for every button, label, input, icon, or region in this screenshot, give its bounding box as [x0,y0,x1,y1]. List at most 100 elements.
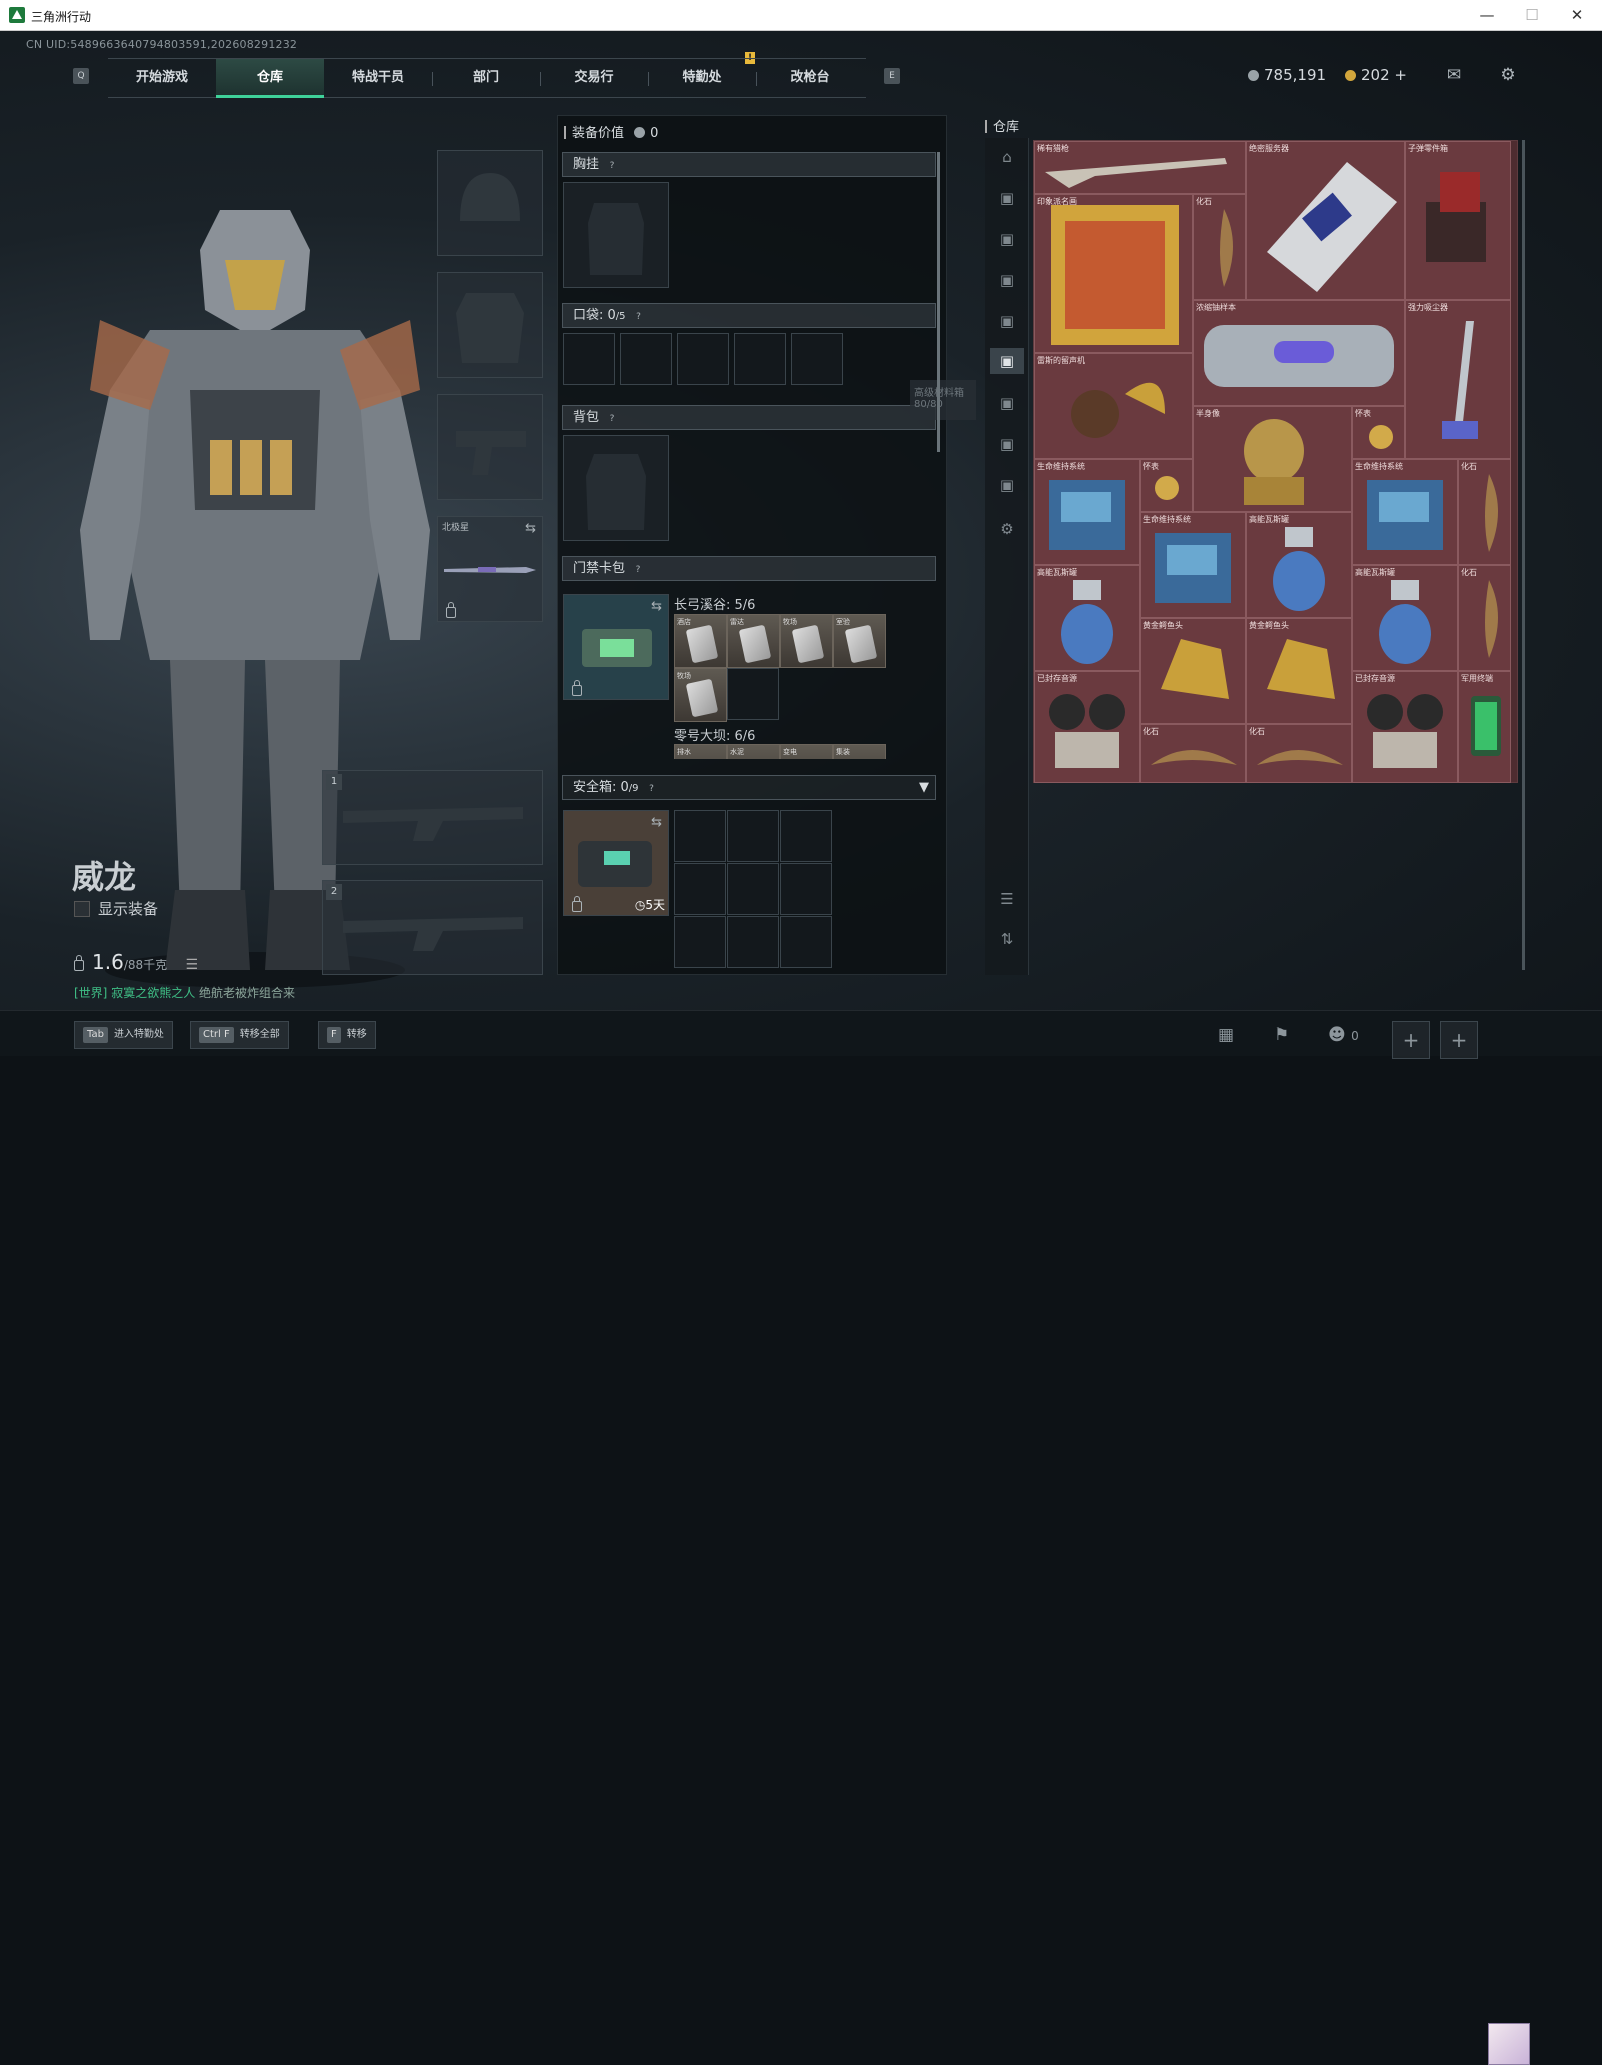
keycard-item[interactable]: 变电 [780,744,833,759]
pocket-slot[interactable] [791,333,843,385]
friends-icon[interactable]: ☻ 0 [1328,1025,1359,1045]
stash-item[interactable]: 稀有猎枪 [1034,141,1246,194]
stash-item[interactable]: 已封存音源 [1352,671,1458,783]
stash-item[interactable]: 生命维持系统 [1034,459,1140,565]
add-currency-button[interactable]: + [1394,66,1407,84]
stash-scrollbar[interactable] [1522,140,1525,970]
flag-icon[interactable]: ⚑ [1274,1025,1289,1045]
stats-icon[interactable]: ▦ [1218,1025,1234,1045]
help-icon[interactable]: ? [645,782,659,796]
stash-item[interactable]: 雷斯的留声机 [1034,353,1193,459]
swap-icon[interactable]: ⇆ [651,599,662,614]
close-button[interactable]: ✕ [1562,4,1592,26]
keycard-slot[interactable] [727,668,779,720]
stash-all-icon[interactable]: ⌂ [995,146,1019,168]
sort-icon[interactable]: ⇅ [995,928,1019,950]
pistol-slot[interactable] [437,394,543,500]
mail-icon[interactable]: ✉ [1442,66,1466,84]
keycard-item[interactable]: 排水 [674,744,727,759]
stash-item[interactable]: 生命维持系统 [1140,512,1246,618]
stash-page-icon[interactable]: ▣ [995,310,1019,332]
tab-department[interactable]: 部门 [432,59,540,98]
stash-item[interactable]: 高能瓦斯罐 [1034,565,1140,671]
safebox-cell[interactable] [727,810,779,862]
tab-trade[interactable]: 交易行 [540,59,648,98]
primary-weapon-slot-1[interactable]: 1 [322,770,543,865]
stash-page-icon[interactable]: ▣ [995,392,1019,414]
enter-special-ops-button[interactable]: Tab 进入特勤处 [74,1021,173,1049]
help-icon[interactable]: ? [632,310,646,324]
stash-item[interactable]: 化石 [1193,194,1246,300]
stash-item[interactable]: 化石 [1458,459,1511,565]
tab-start-game[interactable]: 开始游戏 [108,59,216,98]
havoc-coin-balance[interactable]: 785,191 [1248,66,1326,84]
stash-item[interactable]: 印象派名画 [1034,194,1193,353]
list-icon[interactable]: ☰ [186,957,199,973]
stash-page-icon[interactable]: ▣ [995,228,1019,250]
layers-icon[interactable]: ☰ [995,888,1019,910]
safebox-cell[interactable] [780,916,832,968]
tab-gunsmith[interactable]: 改枪台 [756,59,864,98]
stash-item[interactable]: 化石 [1246,724,1352,783]
stash-item[interactable]: 军用终端 [1458,671,1511,783]
safebox-cell[interactable] [674,916,726,968]
stash-item[interactable]: 生命维持系统 [1352,459,1458,565]
stash-page-icon[interactable]: ▣ [995,187,1019,209]
stash-item[interactable]: 绝密服务器 [1246,141,1405,300]
help-icon[interactable]: ? [605,412,619,426]
keycard-item[interactable]: 室验 [833,614,886,668]
transfer-all-button[interactable]: Ctrl F 转移全部 [190,1021,289,1049]
stash-item[interactable]: 怀表 [1352,406,1405,459]
swap-icon[interactable]: ⇆ [651,815,662,830]
transfer-button[interactable]: F 转移 [318,1021,376,1049]
pin-icon[interactable]: ▼ [919,776,929,799]
maximize-button[interactable]: ☐ [1517,4,1547,26]
stash-item[interactable]: 化石 [1458,565,1511,671]
helmet-slot[interactable] [437,150,543,256]
pocket-slot[interactable] [563,333,615,385]
stash-item[interactable]: 化石 [1140,724,1246,783]
pocket-slot[interactable] [677,333,729,385]
stash-page-icon[interactable]: ▣ [995,474,1019,496]
add-party-slot[interactable]: + [1440,1021,1478,1059]
stash-page-icon[interactable]: ▣ [995,269,1019,291]
keycard-item[interactable]: 牧场 [674,668,727,722]
stash-item[interactable]: 黄金鳄鱼头 [1246,618,1352,724]
tab-warehouse[interactable]: 仓库 [216,59,324,98]
armor-slot[interactable] [437,272,543,378]
world-chat[interactable]: [世界] 寂寞之欲熊之人 绝航老被炸组合来 [74,984,295,1001]
gold-coin-balance[interactable]: 202 + [1345,66,1407,84]
tab-operators[interactable]: 特战干员 [324,59,432,98]
stash-item[interactable]: 浓缩铀样本 [1193,300,1405,406]
stash-item[interactable]: 子弹零件箱 [1405,141,1511,300]
checkbox[interactable] [74,901,90,917]
gear-icon[interactable]: ⚙ [1496,66,1520,84]
keycard-case-slot[interactable]: ⇆ [563,594,669,700]
stash-item[interactable]: 已封存音源 [1034,671,1140,783]
safebox-cell[interactable] [780,810,832,862]
stash-page-icon-active[interactable]: ▣ [990,348,1024,374]
stash-item[interactable]: 半身像 [1193,406,1352,512]
pocket-slot[interactable] [734,333,786,385]
keycard-item[interactable]: 牧场 [780,614,833,668]
tab-special-ops[interactable]: 特勤处 [648,59,756,98]
scrollbar[interactable] [937,152,940,452]
minimize-button[interactable]: — [1472,4,1502,26]
swap-icon[interactable]: ⇆ [525,521,536,536]
safebox-cell[interactable] [674,863,726,915]
pocket-slot[interactable] [620,333,672,385]
keycard-item[interactable]: 雷达 [727,614,780,668]
backpack-slot[interactable] [563,435,669,541]
gear-icon[interactable]: ⚙ [995,518,1019,540]
stash-page-icon[interactable]: ▣ [995,433,1019,455]
add-party-slot[interactable]: + [1392,1021,1430,1059]
safebox-cell[interactable] [727,863,779,915]
safebox-cell[interactable] [727,916,779,968]
avatar[interactable] [1488,2023,1530,2065]
safebox-slot[interactable]: ⇆ ◷5天 [563,810,669,916]
melee-slot[interactable]: 北极星 ⇆ [437,516,543,622]
chest-rig-slot[interactable] [563,182,669,288]
stash-item[interactable]: 高能瓦斯罐 [1352,565,1458,671]
primary-weapon-slot-2[interactable]: 2 [322,880,543,975]
keycard-item[interactable]: 酒店 [674,614,727,668]
